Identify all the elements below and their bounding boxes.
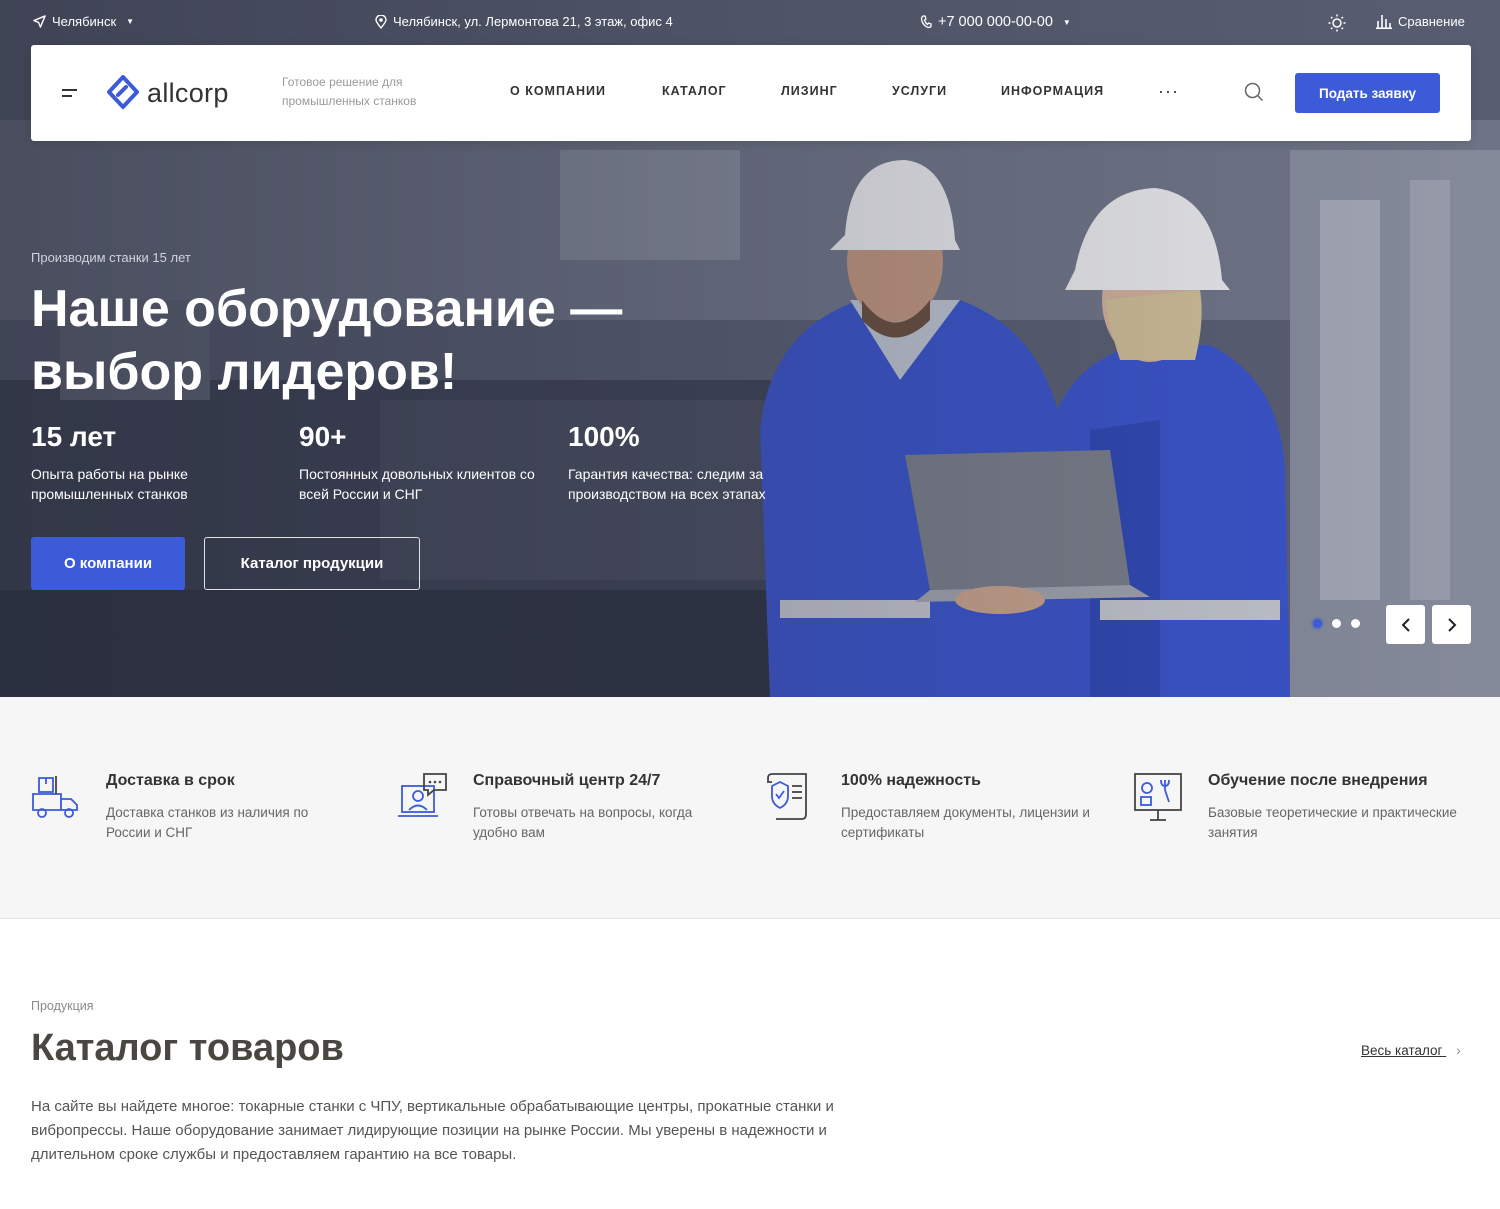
slider-next-button[interactable] (1432, 605, 1471, 644)
nav-item-company[interactable]: О КОМПАНИИ (510, 84, 606, 98)
training-board-icon (1134, 773, 1182, 821)
compare-label: Сравнение (1398, 14, 1465, 29)
stat-description: Постоянных довольных клиентов со всей Ро… (299, 466, 535, 502)
stat-description: Гарантия качества: следим за производств… (568, 466, 766, 502)
nav-item-leasing[interactable]: ЛИЗИНГ (781, 84, 838, 98)
hero-kicker: Производим станки 15 лет (31, 250, 191, 265)
menu-burger-icon[interactable] (62, 89, 77, 101)
feature-title: Справочный центр 24/7 (473, 772, 661, 789)
nav-item-catalog[interactable]: КАТАЛОГ (662, 84, 727, 98)
catalog-description: На сайте вы найдете многое: токарные ста… (31, 1098, 834, 1163)
submit-request-button[interactable]: Подать заявку (1295, 73, 1440, 113)
all-catalog-link[interactable]: Весь каталог › (1361, 1043, 1461, 1058)
nav-item-information[interactable]: ИНФОРМАЦИЯ (1001, 84, 1104, 98)
shield-document-icon (767, 773, 807, 820)
support-center-icon (398, 773, 447, 817)
main-header: allcorp Готовое решение для промышленных… (31, 45, 1471, 141)
phone-selector[interactable]: +7 000 000-00-00 ▼ (920, 14, 1071, 30)
stat-clients: 90+ Постоянных довольных клиентов со все… (299, 420, 539, 504)
chevron-left-icon (1401, 617, 1410, 632)
address-text: Челябинск, ул. Лермонтова 21, 3 этаж, оф… (393, 14, 673, 29)
stat-number: 100% (568, 421, 640, 452)
chevron-right-icon (1447, 617, 1456, 632)
feature-text: Готовы отвечать на вопросы, когда удобно… (473, 805, 693, 840)
map-pin-icon (375, 14, 387, 29)
catalog-kicker: Продукция (31, 999, 94, 1013)
feature-title: Обучение после внедрения (1208, 772, 1428, 789)
stat-number: 15 лет (31, 421, 117, 452)
logo[interactable]: allcorp (107, 75, 229, 111)
address: Челябинск, ул. Лермонтова 21, 3 этаж, оф… (375, 14, 673, 29)
nav-more-icon[interactable]: ··· (1158, 81, 1179, 102)
product-catalog-button[interactable]: Каталог продукции (204, 537, 420, 590)
stat-number: 90+ (299, 421, 347, 452)
hero-banner: Челябинск ▼ Челябинск, ул. Лермонтова 21… (0, 0, 1500, 697)
slider-prev-button[interactable] (1386, 605, 1425, 644)
hero-title: Наше оборудование — выбор лидеров! (31, 280, 623, 401)
slider-dots (1313, 619, 1360, 628)
sun-icon (1328, 14, 1346, 32)
stat-description: Опыта работы на рынке промышленных станк… (31, 466, 188, 502)
feature-title: 100% надежность (841, 772, 981, 789)
features-strip: Доставка в срок Доставка станков из нали… (0, 697, 1500, 919)
about-company-button[interactable]: О компании (31, 537, 185, 590)
slider-dot-1[interactable] (1313, 619, 1322, 628)
logo-text: allcorp (147, 77, 229, 108)
chevron-right-icon: › (1456, 1043, 1461, 1058)
bar-chart-icon (1376, 15, 1392, 29)
stat-years: 15 лет Опыта работы на рынке промышленны… (31, 420, 271, 504)
feature-text: Предоставляем документы, лицензии и серт… (841, 805, 1090, 840)
feature-text: Доставка станков из наличия по России и … (106, 805, 309, 840)
location-arrow-icon (33, 15, 46, 28)
chevron-down-icon: ▼ (126, 17, 135, 26)
phone-number: +7 000 000-00-00 (938, 14, 1053, 30)
slider-dot-2[interactable] (1332, 619, 1341, 628)
city-label: Челябинск (52, 14, 117, 29)
top-bar: Челябинск ▼ Челябинск, ул. Лермонтова 21… (0, 0, 1500, 45)
theme-toggle[interactable] (1328, 14, 1346, 32)
phone-icon (920, 15, 932, 29)
tagline: Готовое решение для промышленных станков (282, 75, 417, 108)
city-selector[interactable]: Челябинск ▼ (33, 14, 134, 29)
slider-dot-3[interactable] (1351, 619, 1360, 628)
compare-link[interactable]: Сравнение (1376, 14, 1465, 29)
nav-item-services[interactable]: УСЛУГИ (892, 84, 947, 98)
all-catalog-label: Весь каталог (1361, 1043, 1443, 1058)
stat-quality: 100% Гарантия качества: следим за произв… (568, 420, 808, 504)
catalog-title: Каталог товаров (31, 1027, 344, 1069)
allcorp-logo-icon (107, 75, 139, 109)
chevron-down-icon: ▼ (1062, 17, 1071, 27)
feature-text: Базовые теоретические и практические зан… (1208, 805, 1457, 840)
delivery-truck-icon (32, 776, 78, 818)
feature-title: Доставка в срок (106, 772, 235, 789)
search-icon[interactable] (1244, 82, 1264, 107)
